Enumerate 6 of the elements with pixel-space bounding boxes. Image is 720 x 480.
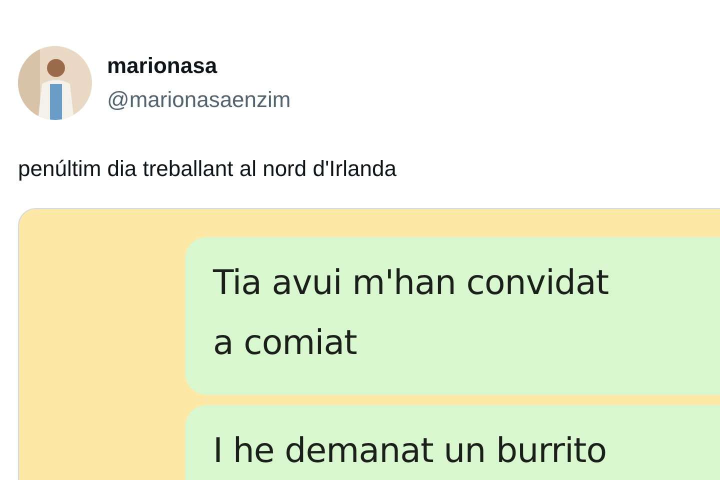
author-name: marionasa bbox=[107, 53, 218, 79]
tweet-text: penúltim dia treballant al nord d'Irlanda bbox=[18, 156, 398, 182]
author-handle: @marionasaenzim bbox=[107, 87, 291, 113]
message-text: I he demanat un burrito bbox=[213, 430, 608, 473]
message-text: a comiat bbox=[213, 322, 358, 365]
message-text: Tia avui m'han convidat bbox=[213, 262, 610, 305]
